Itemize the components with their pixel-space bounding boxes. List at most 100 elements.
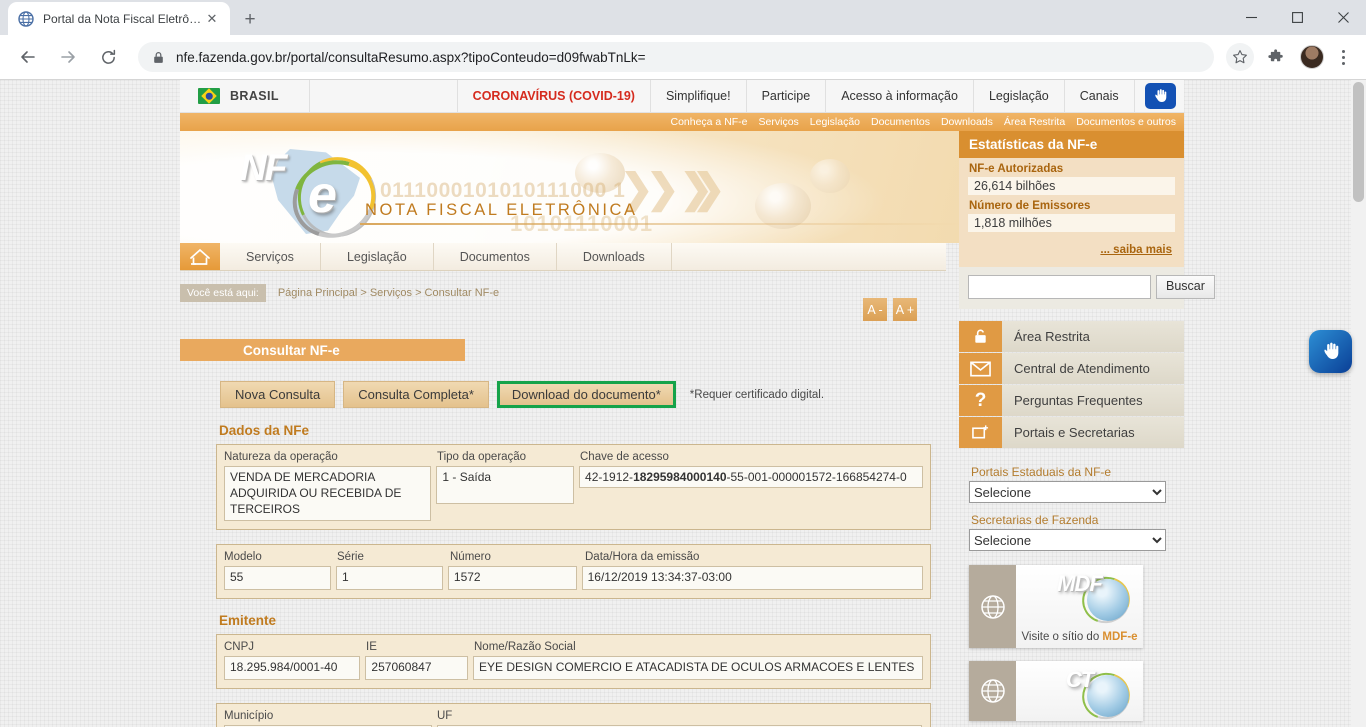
field-cnpj: 18.295.984/0001-40 [224,656,361,681]
label-portais-estaduais: Portais Estaduais da NF-e [971,465,1112,479]
bookmark-star-icon[interactable] [1226,43,1254,71]
stats-panel: Estatísticas da NF-e NF-e Autorizadas 26… [959,131,1184,267]
gov-spacer [310,80,458,112]
breadcrumb-path[interactable]: Página Principal > Serviços > Consultar … [278,287,499,299]
select-portais-estaduais[interactable]: Selecione [969,481,1166,503]
nova-consulta-button[interactable]: Nova Consulta [220,381,336,408]
site-top-links: Conheça a NF-e Serviços Legislação Docum… [180,113,1184,131]
banner-orb-3 [810,159,850,193]
field-inputs-row: VENDA DE MERCADORIA ADQUIRIDA OU RECEBID… [224,466,923,522]
nav-item-documentos[interactable]: Documentos [434,243,557,270]
gov-link-canais[interactable]: Canais [1065,80,1135,112]
logo-e-text: e [308,166,337,224]
top-link-downloads[interactable]: Downloads [941,116,993,128]
sidebar-item-central-atendimento[interactable]: Central de Atendimento [959,353,1184,384]
nav-item-servicos[interactable]: Serviços [220,243,321,270]
browser-menu-button[interactable] [1332,49,1354,65]
lock-icon [152,51,165,64]
reload-button[interactable] [93,42,123,72]
promo-body: MDF Visite o sítio do MDF-e [1016,565,1143,648]
top-link-area-restrita[interactable]: Área Restrita [1004,116,1065,128]
gov-link-simplifique[interactable]: Simplifique! [651,80,747,112]
label-ie: IE [366,641,377,654]
tab-strip: Portal da Nota Fiscal Eletrônica ✕ + [0,0,1366,35]
fieldset-dados-nfe-row2: Modelo Série Número Data/Hora da emissão… [216,544,931,600]
label-numero: Número [450,551,491,564]
top-link-documentos-outros[interactable]: Documentos e outros [1076,116,1176,128]
url-text: nfe.fazenda.gov.br/portal/consultaResumo… [176,49,646,65]
address-bar[interactable]: nfe.fazenda.gov.br/portal/consultaResumo… [138,42,1214,72]
home-icon[interactable] [180,243,220,270]
top-link-servicos[interactable]: Serviços [759,116,799,128]
close-tab-icon[interactable]: ✕ [204,11,220,27]
nfe-site: Conheça a NF-e Serviços Legislação Docum… [180,113,1215,727]
select-secretarias-fazenda[interactable]: Selecione [969,529,1166,551]
back-button[interactable] [13,42,43,72]
close-window-button[interactable] [1320,0,1366,35]
globe-icon [969,565,1016,648]
forward-button[interactable] [53,42,83,72]
extensions-puzzle-icon[interactable] [1262,43,1290,71]
font-decrease-button[interactable]: A - [863,298,887,321]
promo-banner-mdfe[interactable]: MDF Visite o sítio do MDF-e [969,565,1143,648]
tab-title: Portal da Nota Fiscal Eletrônica [43,11,204,26]
field-chave-acesso: 42-1912-18295984000140-55-001-000001572-… [579,466,923,488]
brazil-flag-icon [198,88,220,104]
group-title-dados-nfe: Dados da NFe [219,423,310,438]
banner-underline [360,223,960,225]
right-sidebar: Buscar Área Restrita Central de Atendime… [959,265,1215,721]
certificate-note: *Requer certificado digital. [689,388,825,401]
search-area: Buscar [959,265,1215,309]
new-window-icon [959,417,1002,448]
font-increase-button[interactable]: A + [893,298,917,321]
gov-link-acesso-informacao[interactable]: Acesso à informação [826,80,974,112]
action-button-row: Nova Consulta Consulta Completa* Downloa… [220,381,824,408]
stats-saiba-mais-link[interactable]: ... saiba mais [1100,244,1172,256]
fieldset-emitente-row1: CNPJ IE Nome/Razão Social 18.295.984/000… [216,634,931,690]
profile-avatar[interactable] [1300,45,1324,69]
padlock-icon [959,321,1002,352]
stats-label-emissores: Número de Emissores [969,200,1091,212]
gov-link-participe[interactable]: Participe [747,80,827,112]
top-link-documentos[interactable]: Documentos [871,116,930,128]
top-link-legislacao[interactable]: Legislação [810,116,860,128]
browser-chrome: Portal da Nota Fiscal Eletrônica ✕ + nfe… [0,0,1366,80]
font-size-controls: A - A + [863,298,917,321]
promo-banner-cte[interactable]: CT [969,661,1143,721]
label-municipio: Município [224,710,274,723]
field-natureza-operacao: VENDA DE MERCADORIA ADQUIRIDA OU RECEBID… [224,466,432,522]
gov-link-coronavirus[interactable]: CORONAVÍRUS (COVID-19) [458,80,651,112]
fieldset-emitente-row2: Município UF ITAJAI SC [216,703,931,727]
question-mark-icon: ? [959,385,1002,416]
maximize-button[interactable] [1274,0,1320,35]
browser-tab[interactable]: Portal da Nota Fiscal Eletrônica ✕ [8,2,230,35]
sidebar-item-perguntas-frequentes[interactable]: ? Perguntas Frequentes [959,385,1184,416]
page-viewport: BRASIL CORONAVÍRUS (COVID-19) Simplifiqu… [0,80,1366,727]
scrollbar-thumb[interactable] [1353,82,1364,202]
page-scrollbar[interactable] [1351,80,1366,727]
gov-brasil-brand[interactable]: BRASIL [180,80,310,112]
label-cnpj: CNPJ [224,641,255,654]
field-labels-row: Município UF [224,710,923,722]
nav-item-legislacao[interactable]: Legislação [321,243,434,270]
hands-libras-icon[interactable] [1144,83,1176,109]
label-natureza-operacao: Natureza da operação [224,451,338,463]
field-inputs-row: 55 1 1572 16/12/2019 13:34:37-03:00 [224,566,923,591]
download-documento-button[interactable]: Download do documento* [496,381,676,408]
sidebar-item-area-restrita[interactable]: Área Restrita [959,321,1184,352]
new-tab-button[interactable]: + [236,5,264,33]
nav-item-downloads[interactable]: Downloads [557,243,672,270]
promo-body: CT [1016,661,1143,721]
search-input[interactable] [968,275,1151,299]
hands-libras-icon[interactable] [1309,330,1352,373]
promo-caption-brand: MDF-e [1102,631,1138,643]
gov-link-legislacao[interactable]: Legislação [974,80,1065,112]
promo-logo-mdf: MDF [1057,571,1103,596]
top-link-conheca[interactable]: Conheça a NF-e [670,116,747,128]
search-button[interactable]: Buscar [1156,275,1215,299]
minimize-button[interactable] [1228,0,1274,35]
sidebar-item-portais-secretarias[interactable]: Portais e Secretarias [959,417,1184,448]
field-modelo: 55 [224,566,331,591]
consulta-completa-button[interactable]: Consulta Completa* [343,381,489,408]
globe-icon [18,10,34,27]
